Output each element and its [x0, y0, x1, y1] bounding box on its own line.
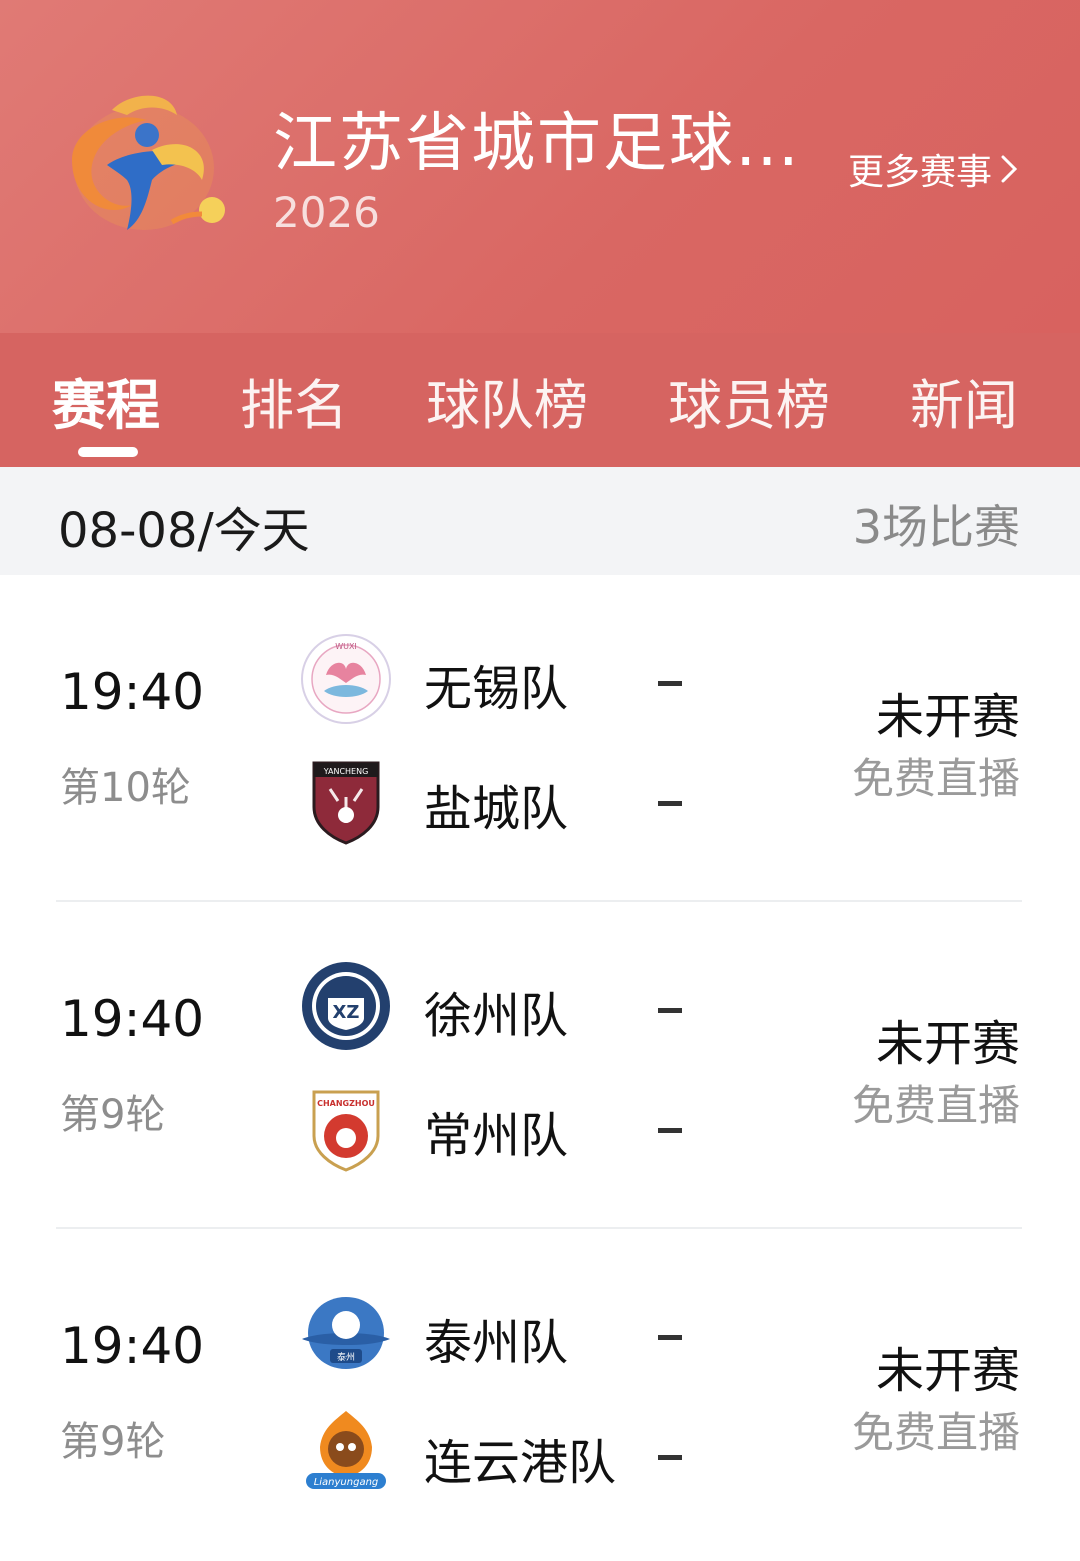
taizhou-badge-text: 泰州: [337, 1351, 355, 1363]
tab-player-board[interactable]: 球员榜: [668, 361, 830, 440]
tab-bar: 赛程 排名 球队榜 球员榜 新闻: [0, 333, 1080, 467]
match-count: 3场比赛: [852, 500, 1020, 554]
away-team-name: 盐城队: [424, 781, 569, 837]
lianyungang-badge-icon: Lianyungang: [306, 1411, 386, 1489]
free-live-label[interactable]: 免费直播: [852, 1399, 1020, 1460]
match-card[interactable]: 19:40 第9轮 泰州 泰州队 Lianyungang 连云港队 未开赛 免费…: [0, 1229, 1080, 1556]
league-header: 江苏省城市足球… 2026 更多赛事: [0, 0, 1080, 333]
yancheng-badge-icon: YANCHENG: [312, 761, 380, 845]
match-round: 第10轮: [60, 765, 191, 811]
chevron-right-icon: [1001, 155, 1018, 183]
active-tab-indicator: [78, 447, 138, 457]
free-live-label[interactable]: 免费直播: [852, 745, 1020, 806]
more-events-label: 更多赛事: [847, 152, 992, 193]
home-score: [658, 1008, 682, 1013]
match-card[interactable]: 19:40 第10轮 WUXI 无锡队 YANCHENG 盐城队 未开赛 免费直…: [0, 575, 1080, 902]
match-round: 第9轮: [60, 1092, 166, 1138]
wuxi-badge-text: WUXI: [335, 642, 357, 651]
match-status: 未开赛: [875, 689, 1020, 745]
home-team-name: 无锡队: [424, 661, 569, 717]
tab-news[interactable]: 新闻: [910, 361, 1018, 440]
season-year: 2026: [273, 188, 380, 237]
away-score: [658, 1455, 682, 1460]
xuzhou-badge-icon: XZ: [302, 962, 390, 1050]
tab-schedule[interactable]: 赛程: [52, 361, 160, 440]
match-date: 08-08/今天: [58, 503, 310, 559]
lianyungang-badge-text: Lianyungang: [314, 1477, 379, 1488]
home-score: [658, 681, 682, 686]
tab-team-board[interactable]: 球队榜: [426, 361, 588, 440]
more-events-link[interactable]: 更多赛事: [848, 143, 1018, 195]
away-team-name: 常州队: [424, 1108, 569, 1164]
away-score: [658, 1128, 682, 1133]
taizhou-badge-icon: 泰州: [302, 1297, 390, 1369]
away-score: [658, 801, 682, 806]
match-time: 19:40: [60, 990, 205, 1048]
league-logo: [72, 95, 225, 230]
changzhou-badge-icon: CHANGZHOU: [312, 1090, 380, 1172]
match-time: 19:40: [60, 663, 205, 721]
wuxi-badge-icon: WUXI: [301, 634, 391, 724]
match-round: 第9轮: [60, 1419, 166, 1465]
match-status: 未开赛: [875, 1343, 1020, 1399]
yancheng-badge-text: YANCHENG: [323, 767, 369, 776]
xuzhou-badge-text: XZ: [333, 1002, 360, 1023]
date-bar: 08-08/今天 3场比赛: [0, 467, 1080, 575]
match-status: 未开赛: [875, 1016, 1020, 1072]
match-card[interactable]: 19:40 第9轮 XZ 徐州队 CHANGZHOU 常州队 未开赛 免费直播: [0, 902, 1080, 1229]
home-score: [658, 1335, 682, 1340]
away-team-name: 连云港队: [424, 1435, 617, 1491]
match-time: 19:40: [60, 1317, 205, 1375]
changzhou-badge-text: CHANGZHOU: [317, 1099, 375, 1108]
league-title: 江苏省城市足球…: [273, 107, 801, 181]
home-team-name: 徐州队: [424, 988, 569, 1044]
home-team-name: 泰州队: [424, 1315, 569, 1371]
tab-ranking[interactable]: 排名: [240, 361, 348, 440]
free-live-label[interactable]: 免费直播: [852, 1072, 1020, 1133]
